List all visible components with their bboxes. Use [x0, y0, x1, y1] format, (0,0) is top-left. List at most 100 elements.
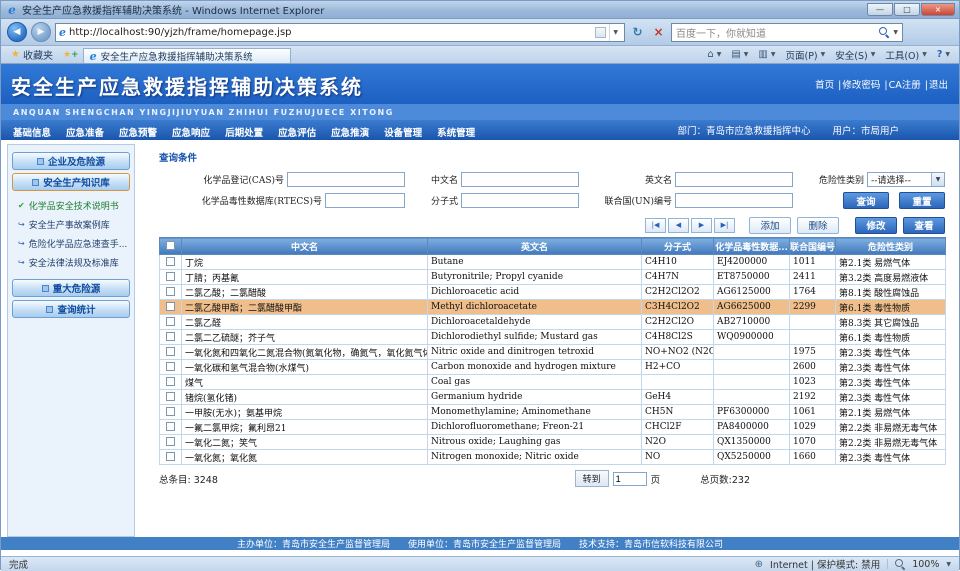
- feeds-button[interactable]: ▤▼: [726, 49, 753, 60]
- minimize-button[interactable]: —: [867, 3, 893, 16]
- view-button[interactable]: 查看: [903, 217, 945, 234]
- table-row[interactable]: 丁烷ButaneC4H10EJ42000001011第2.1类 易燃气体: [160, 255, 946, 270]
- refresh-button[interactable]: ↻: [629, 25, 646, 39]
- row-checkbox[interactable]: [166, 452, 175, 461]
- search-button[interactable]: 查询: [843, 192, 889, 209]
- search-box[interactable]: 百度一下，你就知道 ▼: [671, 23, 903, 42]
- danger-class-select[interactable]: --请选择--▼: [867, 172, 945, 187]
- reset-button[interactable]: 重置: [899, 192, 945, 209]
- cell-un-number: 2192: [790, 390, 836, 405]
- table-row[interactable]: 丁腈；丙基氰Butyronitrile; Propyl cyanideC4H7N…: [160, 270, 946, 285]
- table-row[interactable]: 一氟二氯甲烷；氟利昂21Dichlorofluoromethane; Freon…: [160, 420, 946, 435]
- formula-input[interactable]: [461, 193, 579, 208]
- page-menu-button[interactable]: 页面(P)▼: [780, 48, 830, 62]
- page-number-input[interactable]: [613, 472, 647, 486]
- safety-menu-button[interactable]: 安全(S)▼: [830, 48, 880, 62]
- sidebar-link[interactable]: ↪安全法律法规及标准库: [11, 253, 131, 272]
- prev-page-button[interactable]: ◀: [668, 218, 689, 233]
- table-row[interactable]: 煤气Coal gas1023第2.3类 毒性气体: [160, 375, 946, 390]
- header-link[interactable]: CA注册: [888, 80, 922, 91]
- header-link[interactable]: 首页: [814, 80, 835, 91]
- menu-item[interactable]: 应急评估: [278, 128, 316, 139]
- sidebar-link[interactable]: ✔化学品安全技术说明书: [11, 196, 131, 215]
- sidebar-link-label: 安全生产事故案例库: [29, 218, 110, 231]
- favorites-button[interactable]: ★ 收藏夹: [5, 46, 59, 63]
- row-checkbox[interactable]: [166, 302, 175, 311]
- modify-button[interactable]: 修改: [855, 217, 897, 234]
- select-all-checkbox[interactable]: [166, 241, 175, 250]
- menu-item[interactable]: 应急推演: [331, 128, 369, 139]
- table-row[interactable]: 一氧化二氮；笑气Nitrous oxide; Laughing gasN2OQX…: [160, 435, 946, 450]
- footer-item: 技术支持：青岛市信软科技有限公司: [579, 537, 723, 550]
- row-checkbox[interactable]: [166, 392, 175, 401]
- row-checkbox[interactable]: [166, 287, 175, 296]
- header-link[interactable]: 退出: [928, 80, 949, 91]
- rtecs-number-input[interactable]: [325, 193, 405, 208]
- sidebar-button[interactable]: 查询统计: [12, 300, 130, 318]
- table-row[interactable]: 一甲胺(无水)；氨基甲烷Monomethylamine; Aminomethan…: [160, 405, 946, 420]
- next-page-button[interactable]: ▶: [691, 218, 712, 233]
- chinese-name-input[interactable]: [461, 172, 579, 187]
- table-row[interactable]: 一氧化氮和四氧化二氮混合物(氮氧化物，确氮气，氧化氮气体)Nitric oxid…: [160, 345, 946, 360]
- menu-item[interactable]: 后期处置: [225, 128, 263, 139]
- un-number-input[interactable]: [675, 193, 793, 208]
- row-checkbox[interactable]: [166, 422, 175, 431]
- row-checkbox[interactable]: [166, 437, 175, 446]
- table-row[interactable]: 一氧化碳和氢气混合物(水煤气)Carbon monoxide and hydro…: [160, 360, 946, 375]
- goto-page-button[interactable]: 转到: [575, 470, 609, 487]
- sidebar-button[interactable]: 安全生产知识库: [12, 173, 130, 191]
- row-checkbox[interactable]: [166, 347, 175, 356]
- menu-item[interactable]: 应急准备: [66, 128, 104, 139]
- table-row[interactable]: 二氯乙酸；二氯醋酸Dichloroacetic acidC2H2Cl2O2AG6…: [160, 285, 946, 300]
- delete-button[interactable]: 删除: [797, 217, 839, 234]
- add-favorite-button[interactable]: ★+: [59, 46, 83, 63]
- browser-tab[interactable]: e 安全生产应急救援指挥辅助决策系统: [83, 48, 291, 63]
- search-icon[interactable]: [879, 27, 889, 37]
- first-page-button[interactable]: |◀: [645, 218, 666, 233]
- table-row[interactable]: 锗烷(氢化锗)Germanium hydrideGeH42192第2.3类 毒性…: [160, 390, 946, 405]
- menu-item[interactable]: 基础信息: [13, 128, 51, 139]
- row-checkbox[interactable]: [166, 362, 175, 371]
- status-text: 完成: [9, 557, 28, 571]
- table-row[interactable]: 二氯乙醛DichloroacetaldehydeC2H2Cl2OAB271000…: [160, 315, 946, 330]
- english-name-input[interactable]: [675, 172, 793, 187]
- maximize-button[interactable]: □: [894, 3, 920, 16]
- row-checkbox[interactable]: [166, 317, 175, 326]
- sidebar-button[interactable]: 重大危险源: [12, 279, 130, 297]
- table-row[interactable]: 二氯二乙硫醚；芥子气Dichlorodiethyl sulfide; Musta…: [160, 330, 946, 345]
- stop-button[interactable]: ×: [650, 25, 667, 39]
- cas-number-input[interactable]: [287, 172, 405, 187]
- add-button[interactable]: 添加: [749, 217, 791, 234]
- sidebar-link-label: 化学品安全技术说明书: [29, 199, 119, 212]
- select-all-header: [160, 238, 182, 255]
- menu-item[interactable]: 应急响应: [172, 128, 210, 139]
- forward-button[interactable]: ▶: [31, 22, 51, 42]
- menu-item[interactable]: 应急预警: [119, 128, 157, 139]
- row-checkbox[interactable]: [166, 257, 175, 266]
- table-row[interactable]: 二氯乙酸甲酯；二氯醋酸甲酯Methyl dichloroacetateC3H4C…: [160, 300, 946, 315]
- row-checkbox[interactable]: [166, 377, 175, 386]
- tools-menu-button[interactable]: 工具(O)▼: [880, 48, 932, 62]
- row-checkbox[interactable]: [166, 272, 175, 281]
- compatibility-view-icon[interactable]: [595, 27, 606, 38]
- table-row[interactable]: 一氧化氮；氧化氮Nitrogen monoxide; Nitric oxideN…: [160, 450, 946, 465]
- sidebar-button[interactable]: 企业及危险源: [12, 152, 130, 170]
- row-checkbox[interactable]: [166, 407, 175, 416]
- zoom-dropdown-icon[interactable]: ▼: [946, 561, 951, 568]
- address-bar[interactable]: e http://localhost:90/yjzh/frame/homepag…: [55, 23, 625, 42]
- row-checkbox[interactable]: [166, 332, 175, 341]
- header-link[interactable]: 修改密码: [841, 80, 881, 91]
- close-button[interactable]: ×: [921, 3, 955, 16]
- search-input[interactable]: 百度一下，你就知道: [676, 25, 875, 40]
- help-button[interactable]: ?▼: [932, 49, 955, 60]
- sidebar-link[interactable]: ↪安全生产事故案例库: [11, 215, 131, 234]
- print-button[interactable]: ▥▼: [753, 49, 780, 60]
- home-button[interactable]: ⌂▼: [702, 49, 726, 60]
- last-page-button[interactable]: ▶|: [714, 218, 735, 233]
- address-dropdown-icon[interactable]: ▼: [609, 24, 621, 41]
- menu-item[interactable]: 系统管理: [437, 128, 475, 139]
- search-dropdown-icon[interactable]: ▼: [893, 29, 898, 36]
- menu-item[interactable]: 设备管理: [384, 128, 422, 139]
- sidebar-link[interactable]: ↪危险化学品应急速查手...: [11, 234, 131, 253]
- back-button[interactable]: ◀: [7, 22, 27, 42]
